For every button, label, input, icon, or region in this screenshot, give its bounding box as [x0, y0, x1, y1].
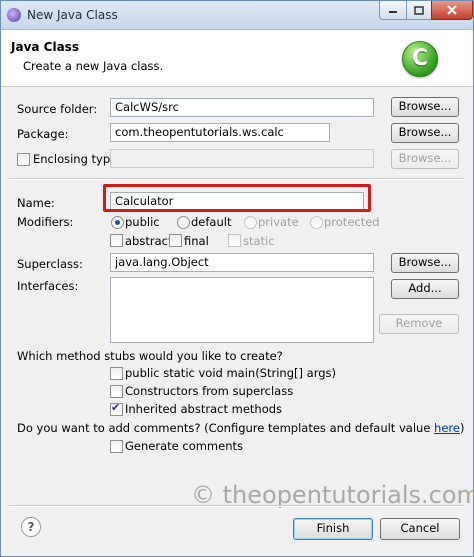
inherited-methods-checkbox[interactable]	[110, 401, 123, 416]
page-title: Java Class	[11, 40, 79, 54]
superclass-label: Superclass:	[17, 257, 83, 271]
comments-question-text: Do you want to add comments? (Configure …	[17, 421, 435, 435]
eclipse-icon	[7, 8, 21, 22]
footer-separator	[9, 505, 465, 507]
wizard-banner: Java Class Create a new Java class. C	[1, 30, 473, 87]
class-c-icon: C	[402, 41, 438, 77]
minimize-button[interactable]	[379, 1, 407, 20]
final-checkbox[interactable]	[169, 234, 182, 247]
default-label: default	[191, 215, 232, 229]
configure-templates-link[interactable]: here	[434, 421, 460, 435]
package-label: Package:	[17, 127, 69, 141]
main-method-label: public static void main(String[] args)	[125, 366, 336, 380]
superclass-browse-button[interactable]: Browse...	[391, 253, 459, 273]
class-icon-letter: C	[411, 46, 429, 71]
window-title: New Java Class	[27, 8, 118, 22]
package-browse-button[interactable]: Browse...	[391, 123, 459, 143]
constructors-checkbox[interactable]	[110, 385, 123, 398]
separator	[9, 178, 465, 180]
protected-label: protected	[324, 215, 380, 229]
private-label: private	[258, 215, 299, 229]
enclosing-type-browse-button: Browse...	[391, 149, 459, 169]
superclass-input[interactable]: java.lang.Object	[110, 253, 374, 272]
private-radio	[244, 216, 257, 229]
name-label: Name:	[17, 196, 55, 210]
modifiers-label: Modifiers:	[17, 215, 74, 229]
protected-radio	[310, 216, 323, 229]
finish-button[interactable]: Finish	[293, 518, 373, 540]
add-interface-button[interactable]: Add...	[391, 279, 459, 299]
enclosing-type-label: Enclosing type:	[33, 152, 122, 166]
maximize-icon	[414, 5, 424, 15]
remove-interface-button: Remove	[379, 314, 459, 334]
source-folder-browse-button[interactable]: Browse...	[391, 97, 459, 117]
new-java-class-dialog: New Java Class Java Class Create a new J…	[0, 0, 474, 557]
enclosing-type-checkbox[interactable]	[17, 153, 30, 166]
source-folder-label: Source folder:	[17, 102, 98, 116]
static-label: static	[243, 234, 275, 248]
public-label: public	[125, 215, 160, 229]
abstract-label: abstract	[125, 234, 173, 248]
name-highlight-box	[103, 184, 371, 212]
comments-question: Do you want to add comments? (Configure …	[17, 421, 464, 435]
close-button[interactable]	[431, 1, 473, 20]
help-icon[interactable]: ?	[21, 517, 41, 537]
page-subtitle: Create a new Java class.	[23, 59, 164, 73]
main-method-checkbox[interactable]	[110, 367, 123, 380]
interfaces-label: Interfaces:	[17, 279, 79, 293]
generate-comments-label: Generate comments	[125, 439, 243, 453]
method-stubs-question: Which method stubs would you like to cre…	[17, 349, 283, 363]
public-radio[interactable]	[111, 216, 124, 229]
default-radio[interactable]	[177, 216, 190, 229]
comments-question-end: )	[459, 421, 465, 435]
minimize-icon	[389, 11, 397, 13]
constructors-label: Constructors from superclass	[125, 384, 294, 398]
title-bar: New Java Class	[1, 1, 473, 30]
static-checkbox	[228, 234, 241, 247]
final-label: final	[184, 234, 209, 248]
abstract-checkbox[interactable]	[110, 234, 123, 247]
source-folder-input[interactable]: CalcWS/src	[110, 98, 374, 117]
interfaces-list[interactable]	[110, 277, 374, 343]
maximize-button[interactable]	[406, 1, 432, 20]
cancel-button[interactable]: Cancel	[380, 518, 460, 540]
inherited-methods-label: Inherited abstract methods	[125, 402, 283, 416]
generate-comments-checkbox[interactable]	[110, 440, 123, 453]
close-icon	[447, 5, 457, 15]
package-input[interactable]: com.theopentutorials.ws.calc	[110, 123, 330, 142]
enclosing-type-input	[110, 149, 374, 168]
